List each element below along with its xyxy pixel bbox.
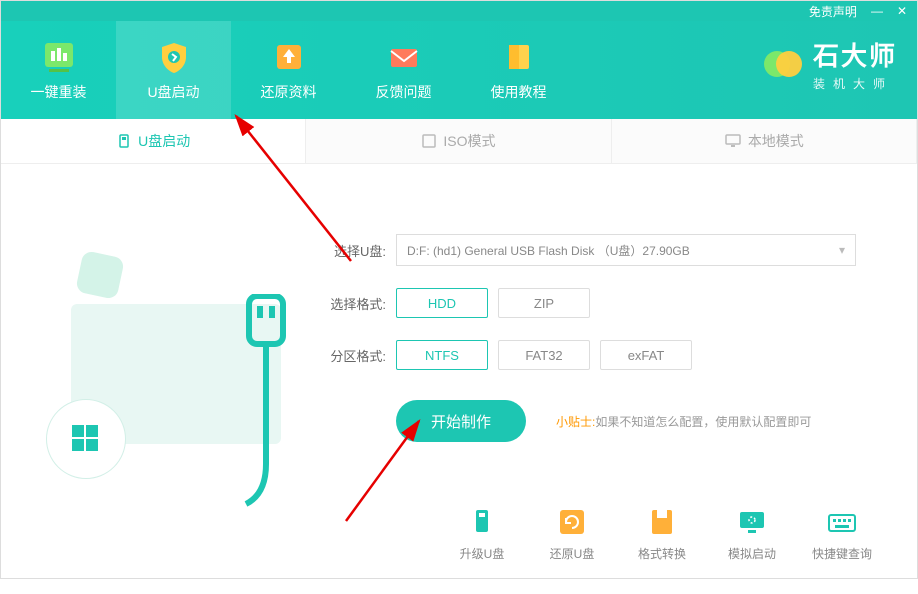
illustration — [1, 164, 316, 488]
logo-icon — [761, 42, 805, 86]
nav-label: 使用教程 — [491, 82, 547, 102]
restore-icon — [555, 505, 589, 539]
tool-label: 模拟启动 — [728, 545, 776, 562]
tab-label: U盘启动 — [138, 131, 190, 151]
usb-select-value: D:F: (hd1) General USB Flash Disk （U盘）27… — [407, 242, 690, 259]
tool-format-convert[interactable]: 格式转换 — [617, 505, 707, 562]
usb-upgrade-icon — [465, 505, 499, 539]
footer-tools: 升级U盘 还原U盘 格式转换 模拟启动 快捷键查询 — [1, 488, 917, 578]
disk-icon — [645, 505, 679, 539]
nav-feedback[interactable]: 反馈问题 — [346, 21, 461, 119]
sub-tabs: U盘启动 ISO模式 本地模式 — [1, 119, 917, 164]
shield-icon — [155, 38, 193, 76]
tool-simulate-boot[interactable]: 模拟启动 — [707, 505, 797, 562]
keyboard-icon — [825, 505, 859, 539]
usb-select[interactable]: D:F: (hd1) General USB Flash Disk （U盘）27… — [396, 234, 856, 266]
tab-local[interactable]: 本地模式 — [612, 119, 917, 163]
book-icon — [500, 38, 538, 76]
nav-reinstall[interactable]: 一键重装 — [1, 21, 116, 119]
usb-select-label: 选择U盘: — [316, 241, 386, 260]
format-label: 选择格式: — [316, 294, 386, 313]
tab-label: 本地模式 — [748, 131, 804, 151]
tool-hotkey-lookup[interactable]: 快捷键查询 — [797, 505, 887, 562]
tab-usb-boot[interactable]: U盘启动 — [1, 119, 306, 163]
nav-restore[interactable]: 还原资料 — [231, 21, 346, 119]
monitor-boot-icon — [735, 505, 769, 539]
tab-iso[interactable]: ISO模式 — [306, 119, 611, 163]
iso-icon — [421, 133, 437, 149]
partition-label: 分区格式: — [316, 346, 386, 365]
usb-icon — [116, 133, 132, 149]
brand-logo: 石大师 装机大师 — [761, 36, 897, 92]
nav-label: U盘启动 — [147, 82, 199, 102]
tool-upgrade-usb[interactable]: 升级U盘 — [437, 505, 527, 562]
monitor-icon — [724, 133, 742, 149]
partition-fat32-button[interactable]: FAT32 — [498, 340, 590, 370]
nav-label: 还原资料 — [261, 82, 317, 102]
tip-label: 小贴士: — [556, 415, 595, 429]
disclaimer-link[interactable]: 免责声明 — [809, 3, 857, 20]
upload-icon — [270, 38, 308, 76]
brand-title: 石大师 — [813, 36, 897, 73]
tool-label: 升级U盘 — [460, 545, 505, 562]
brand-subtitle: 装机大师 — [813, 75, 897, 92]
nav-label: 反馈问题 — [376, 82, 432, 102]
format-hdd-button[interactable]: HDD — [396, 288, 488, 318]
nav-tutorial[interactable]: 使用教程 — [461, 21, 576, 119]
start-create-button[interactable]: 开始制作 — [396, 400, 526, 442]
tip-text: 小贴士:如果不知道怎么配置，使用默认配置即可 — [556, 413, 811, 430]
chart-icon — [40, 38, 78, 76]
format-zip-button[interactable]: ZIP — [498, 288, 590, 318]
main-nav: 一键重装 U盘启动 还原资料 反馈问题 使用教程 石大师 装机大师 — [1, 21, 917, 119]
partition-ntfs-button[interactable]: NTFS — [396, 340, 488, 370]
partition-exfat-button[interactable]: exFAT — [600, 340, 692, 370]
close-button[interactable]: ✕ — [897, 4, 907, 18]
tool-label: 还原U盘 — [550, 545, 595, 562]
nav-label: 一键重装 — [31, 82, 87, 102]
minimize-button[interactable]: — — [871, 4, 883, 18]
tool-label: 格式转换 — [638, 545, 686, 562]
mail-icon — [385, 38, 423, 76]
nav-usb-boot[interactable]: U盘启动 — [116, 21, 231, 119]
tab-label: ISO模式 — [443, 131, 495, 151]
windows-icon — [66, 419, 106, 459]
tool-label: 快捷键查询 — [812, 545, 872, 562]
chevron-down-icon: ▾ — [839, 243, 845, 257]
tool-restore-usb[interactable]: 还原U盘 — [527, 505, 617, 562]
